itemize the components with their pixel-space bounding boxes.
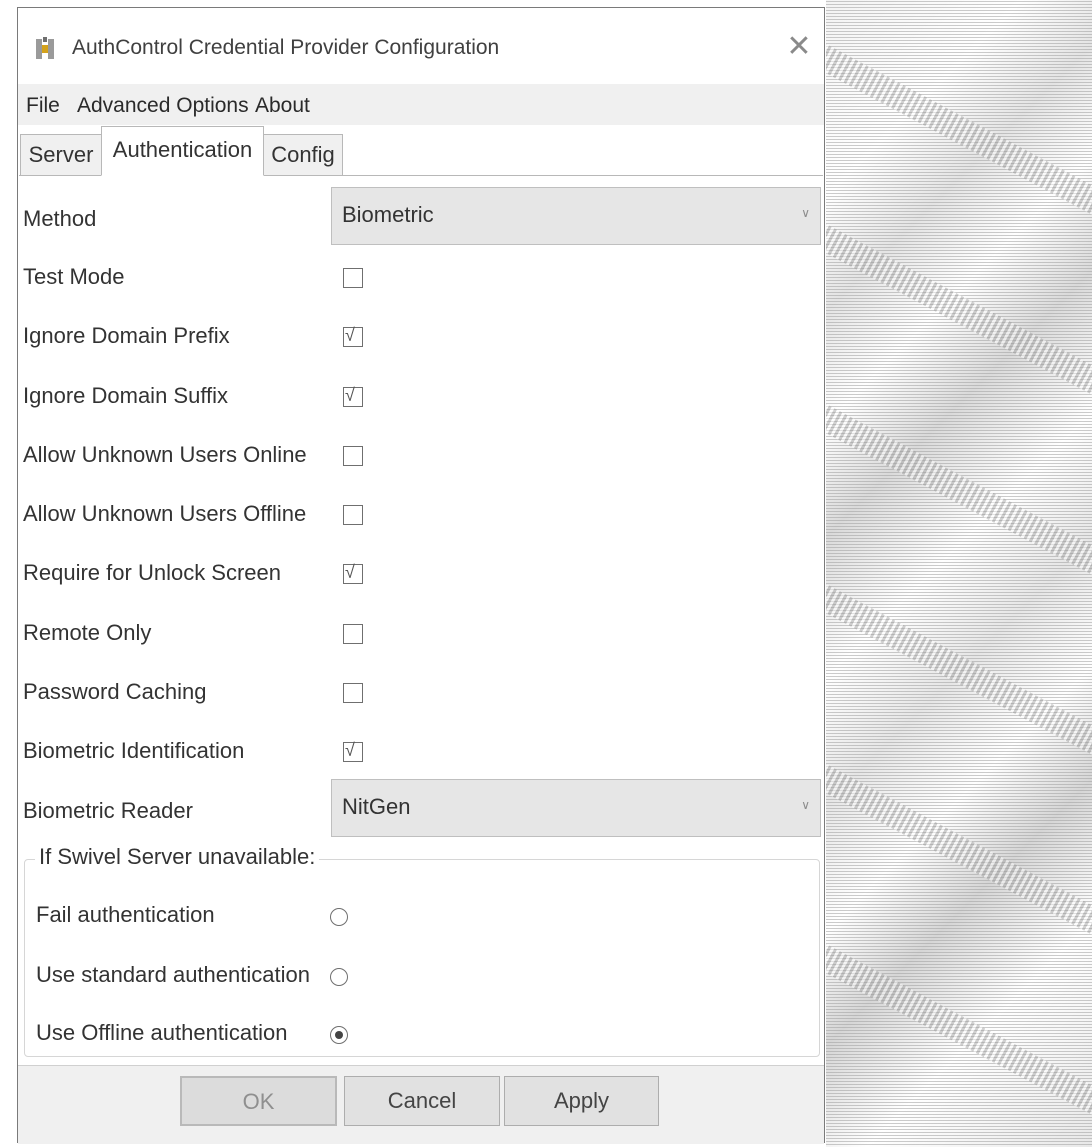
allow-unknown-online-checkbox[interactable]	[343, 446, 363, 466]
biometric-reader-label: Biometric Reader	[23, 798, 193, 823]
tab-strip: Server Authentication Config	[18, 126, 824, 176]
fallback-groupbox: If Swivel Server unavailable: Fail authe…	[24, 844, 820, 1057]
test-mode-checkbox[interactable]	[343, 268, 363, 288]
offline-auth-label: Use Offline authentication	[36, 1020, 288, 1045]
allow-unknown-offline-label: Allow Unknown Users Offline	[23, 501, 307, 526]
standard-auth-radio[interactable]	[330, 968, 348, 986]
biometric-reader-select[interactable]: NitGen ∨	[331, 779, 821, 837]
menu-bar: File Advanced Options About	[18, 84, 824, 125]
require-unlock-label: Require for Unlock Screen	[23, 560, 282, 585]
menu-file[interactable]: File	[26, 94, 60, 118]
ignore-domain-suffix-checkbox[interactable]: √	[343, 385, 363, 407]
cancel-button[interactable]: Cancel	[344, 1076, 500, 1126]
allow-unknown-online-label: Allow Unknown Users Online	[23, 442, 307, 467]
background-desktop-artifact	[826, 0, 1092, 1147]
title-bar: AuthControl Credential Provider Configur…	[18, 8, 824, 82]
biometric-identification-label: Biometric Identification	[23, 738, 245, 763]
ignore-domain-prefix-label: Ignore Domain Prefix	[23, 323, 230, 348]
remote-only-label: Remote Only	[23, 620, 152, 645]
fail-auth-label: Fail authentication	[36, 902, 215, 927]
close-icon[interactable]: ✕	[782, 30, 816, 64]
tab-authentication[interactable]: Authentication	[101, 126, 264, 176]
fallback-group-legend: If Swivel Server unavailable:	[35, 844, 320, 870]
test-mode-label: Test Mode	[23, 264, 125, 289]
authcontrol-app-icon	[36, 37, 54, 59]
method-label: Method	[23, 206, 97, 231]
check-icon: √	[345, 385, 355, 405]
apply-button[interactable]: Apply	[504, 1076, 659, 1126]
config-dialog-window: AuthControl Credential Provider Configur…	[17, 7, 825, 1144]
menu-about[interactable]: About	[255, 94, 310, 118]
biometric-reader-value: NitGen	[342, 794, 411, 819]
radio-selected-dot	[335, 1031, 343, 1039]
authentication-panel: Method Biometric ∨ Test Mode Ignore Doma…	[19, 175, 823, 1066]
remote-only-checkbox[interactable]	[343, 624, 363, 644]
biometric-identification-checkbox[interactable]: √	[343, 740, 363, 762]
ignore-domain-prefix-checkbox[interactable]: √	[343, 325, 363, 347]
window-title: AuthControl Credential Provider Configur…	[72, 36, 500, 59]
password-caching-checkbox[interactable]	[343, 683, 363, 703]
method-select[interactable]: Biometric ∨	[331, 187, 821, 245]
ok-button[interactable]: OK	[180, 1076, 337, 1126]
method-select-value: Biometric	[342, 202, 434, 227]
chevron-down-icon: ∨	[801, 206, 810, 220]
ignore-domain-suffix-label: Ignore Domain Suffix	[23, 383, 229, 408]
check-icon: √	[345, 562, 355, 582]
chevron-down-icon: ∨	[801, 798, 810, 812]
fail-auth-radio[interactable]	[330, 908, 348, 926]
allow-unknown-offline-checkbox[interactable]	[343, 505, 363, 525]
tab-server[interactable]: Server	[20, 134, 102, 176]
check-icon: √	[345, 740, 355, 760]
dialog-footer: OK Cancel Apply	[18, 1065, 824, 1144]
password-caching-label: Password Caching	[23, 679, 207, 704]
require-unlock-checkbox[interactable]: √	[343, 562, 363, 584]
check-icon: √	[345, 325, 355, 345]
standard-auth-label: Use standard authentication	[36, 962, 310, 987]
menu-advanced-options[interactable]: Advanced Options	[77, 94, 249, 118]
tab-config[interactable]: Config	[263, 134, 343, 176]
offline-auth-radio[interactable]	[330, 1026, 348, 1044]
